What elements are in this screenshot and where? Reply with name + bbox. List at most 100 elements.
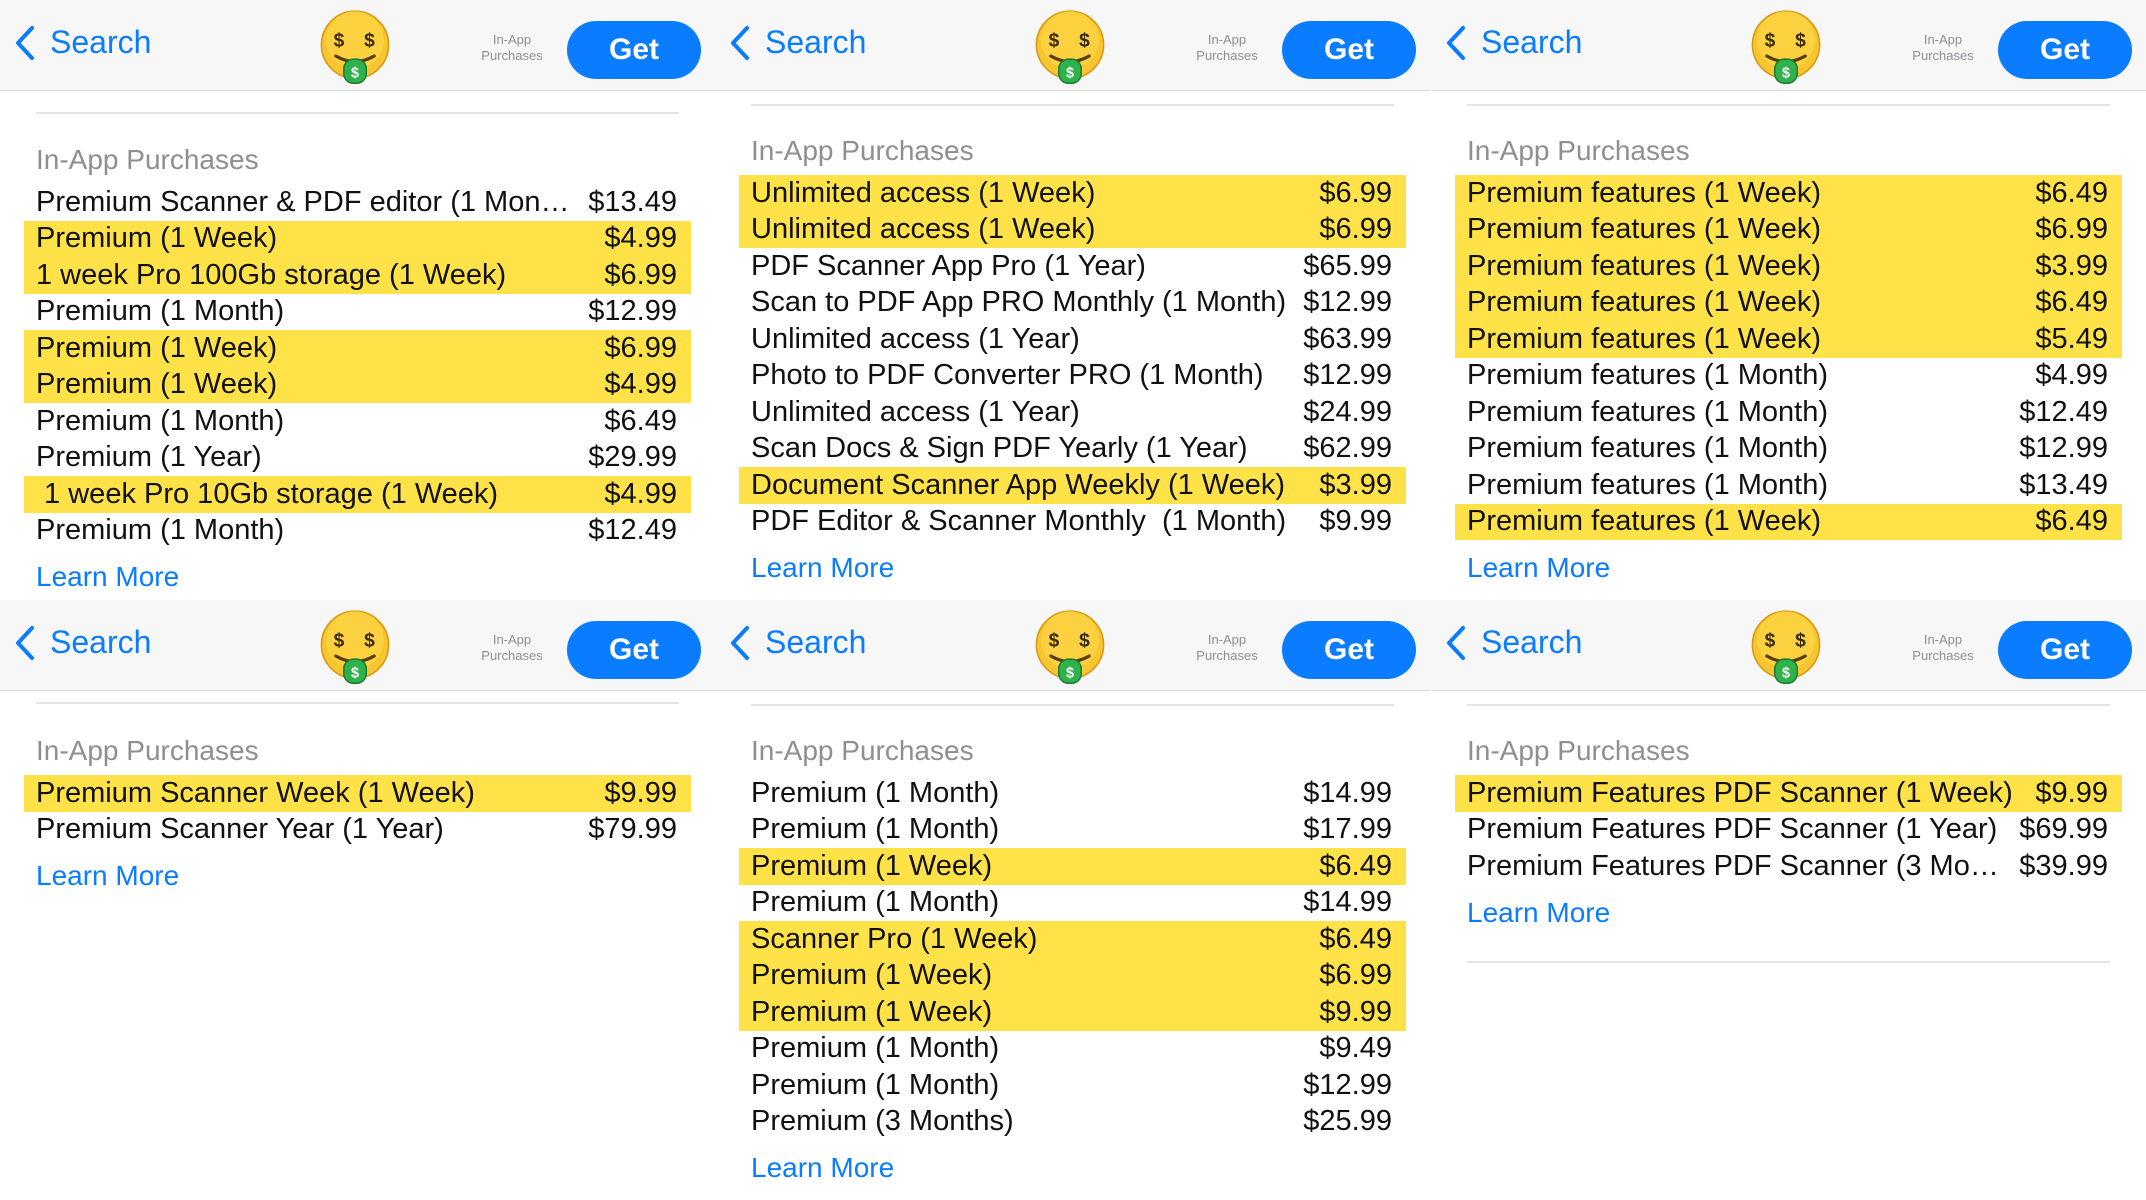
iap-name: Premium (3 Months): [751, 1105, 1014, 1138]
back-button[interactable]: Search: [14, 624, 151, 661]
iap-row: Premium Features PDF Scanner (3 Mont... $…: [1455, 848, 2122, 885]
iap-price: $6.49: [2035, 176, 2108, 209]
in-app-purchases-note: In-App Purchases: [1182, 32, 1272, 64]
iap-price: $6.99: [604, 258, 677, 291]
iap-price: $25.99: [1303, 1105, 1392, 1138]
iap-name: Premium Scanner Week (1 Week): [36, 776, 475, 809]
svg-text:$: $: [1066, 66, 1074, 82]
back-label: Search: [50, 624, 152, 660]
money-mouth-face-icon: $ $ $: [1746, 608, 1826, 688]
iap-name: Unlimited access (1 Year): [751, 322, 1080, 355]
iap-name: Premium (1 Year): [36, 441, 262, 474]
get-button[interactable]: Get: [1998, 21, 2132, 79]
in-app-purchases-section: In-App Purchases Premium Features PDF Sca…: [1455, 733, 2122, 963]
iap-name: Premium (1 Week): [36, 331, 278, 364]
in-app-purchases-note: In-App Purchases: [1898, 32, 1988, 64]
in-app-purchases-section: In-App Purchases Premium Scanner Week (1 …: [24, 733, 691, 896]
iap-price: $9.99: [1319, 995, 1392, 1028]
get-button[interactable]: Get: [567, 21, 701, 79]
learn-more-link[interactable]: Learn More: [739, 548, 1406, 588]
iap-row: Premium features (1 Month) $13.49: [1455, 467, 2122, 504]
iap-name: Premium (1 Month): [751, 1068, 1000, 1101]
money-mouth-face-icon: $ $ $: [1030, 608, 1110, 688]
iap-price: $6.99: [2035, 213, 2108, 246]
back-button[interactable]: Search: [1445, 24, 1582, 61]
iap-price: $9.99: [2035, 776, 2108, 809]
iap-price: $5.49: [2035, 322, 2108, 355]
iap-price: $6.49: [2035, 505, 2108, 538]
iap-price: $14.99: [1303, 886, 1392, 919]
navigation-bar: Search $ $ $ In-App Purchases Get: [0, 600, 715, 691]
in-app-purchases-section: In-App Purchases Premium Scanner & PDF ed…: [24, 142, 691, 597]
section-divider: [751, 104, 1394, 106]
iap-price: $12.99: [2019, 432, 2108, 465]
section-divider: [1467, 704, 2110, 706]
iap-note-line2: Purchases: [481, 48, 543, 63]
chevron-left-icon: [14, 25, 50, 61]
iap-price: $9.99: [1319, 505, 1392, 538]
svg-text:$: $: [1782, 666, 1790, 682]
iap-name: Premium Scanner Year (1 Year): [36, 813, 444, 846]
in-app-purchases-note: In-App Purchases: [1182, 632, 1272, 664]
iap-row: Premium Scanner Year (1 Year) $79.99: [24, 812, 691, 849]
in-app-purchases-section: In-App Purchases Unlimited access (1 Week…: [739, 133, 1406, 588]
section-title: In-App Purchases: [1467, 135, 1690, 166]
iap-name: Premium (1 Week): [36, 222, 278, 255]
iap-note-line1: In-App: [1207, 32, 1247, 47]
learn-more-link[interactable]: Learn More: [1455, 893, 2122, 933]
iap-name: Premium features (1 Week): [1467, 322, 1822, 355]
iap-name: Premium features (1 Week): [1467, 505, 1822, 538]
iap-row-highlighted: Document Scanner App Weekly (1 Week) $3.9…: [739, 467, 1406, 504]
section-divider: [36, 112, 679, 114]
iap-name: Premium features (1 Week): [1467, 286, 1822, 319]
learn-more-link[interactable]: Learn More: [24, 557, 691, 597]
iap-price: $13.49: [2019, 468, 2108, 501]
iap-row: Premium features (1 Month) $12.49: [1455, 394, 2122, 431]
iap-row: Premium (1 Month) $17.99: [739, 812, 1406, 849]
svg-text:$: $: [1765, 30, 1776, 51]
svg-text:$: $: [334, 630, 345, 651]
iap-row-highlighted: Premium features (1 Week) $3.99: [1455, 248, 2122, 285]
iap-name: Premium (1 Month): [751, 1032, 1000, 1065]
learn-more-link[interactable]: Learn More: [739, 1148, 1406, 1188]
svg-text:$: $: [334, 30, 345, 51]
iap-price: $4.99: [604, 222, 677, 255]
get-button[interactable]: Get: [1282, 21, 1416, 79]
navigation-bar: Search $ $ $ In-App Purchases Get: [0, 0, 715, 91]
iap-name: Document Scanner App Weekly (1 Week): [751, 468, 1286, 501]
iap-row-highlighted: Unlimited access (1 Week) $6.99: [739, 211, 1406, 248]
in-app-purchases-note: In-App Purchases: [1898, 632, 1988, 664]
iap-name: Premium (1 Week): [36, 368, 278, 401]
iap-row: PDF Editor & Scanner Monthly (1 Month) $9…: [739, 504, 1406, 541]
iap-name: Premium (1 Month): [36, 295, 285, 328]
iap-row-highlighted: 1 week Pro 10Gb storage (1 Week) $4.99: [24, 476, 691, 513]
iap-price: $6.99: [1319, 213, 1392, 246]
back-button[interactable]: Search: [14, 24, 151, 61]
section-title: In-App Purchases: [36, 735, 259, 766]
iap-name: Unlimited access (1 Week): [751, 213, 1096, 246]
iap-price: $65.99: [1303, 249, 1392, 282]
iap-name: Unlimited access (1 Year): [751, 395, 1080, 428]
iap-row: Scan Docs & Sign PDF Yearly (1 Year) $62.…: [739, 431, 1406, 468]
learn-more-link[interactable]: Learn More: [24, 856, 691, 896]
learn-more-link[interactable]: Learn More: [1455, 548, 2122, 588]
iap-row: Premium (1 Month) $12.99: [739, 1067, 1406, 1104]
get-button[interactable]: Get: [1998, 621, 2132, 679]
back-button[interactable]: Search: [1445, 624, 1582, 661]
back-label: Search: [765, 24, 867, 60]
iap-row: Premium (1 Month) $14.99: [739, 775, 1406, 812]
iap-name: Premium features (1 Week): [1467, 213, 1822, 246]
get-button[interactable]: Get: [567, 621, 701, 679]
iap-name: Scan to PDF App PRO Monthly (1 Month): [751, 286, 1287, 319]
svg-text:$: $: [351, 66, 359, 82]
iap-row-highlighted: Premium features (1 Week) $6.99: [1455, 211, 2122, 248]
iap-price: $79.99: [588, 813, 677, 846]
back-button[interactable]: Search: [729, 24, 866, 61]
in-app-purchases-section: In-App Purchases Premium features (1 Week…: [1455, 133, 2122, 588]
iap-price: $6.49: [2035, 286, 2108, 319]
back-button[interactable]: Search: [729, 624, 866, 661]
iap-row: Premium (1 Month) $9.49: [739, 1031, 1406, 1068]
svg-text:$: $: [1049, 30, 1060, 51]
get-button[interactable]: Get: [1282, 621, 1416, 679]
iap-name: Premium Features PDF Scanner (1 Year): [1467, 813, 1998, 846]
